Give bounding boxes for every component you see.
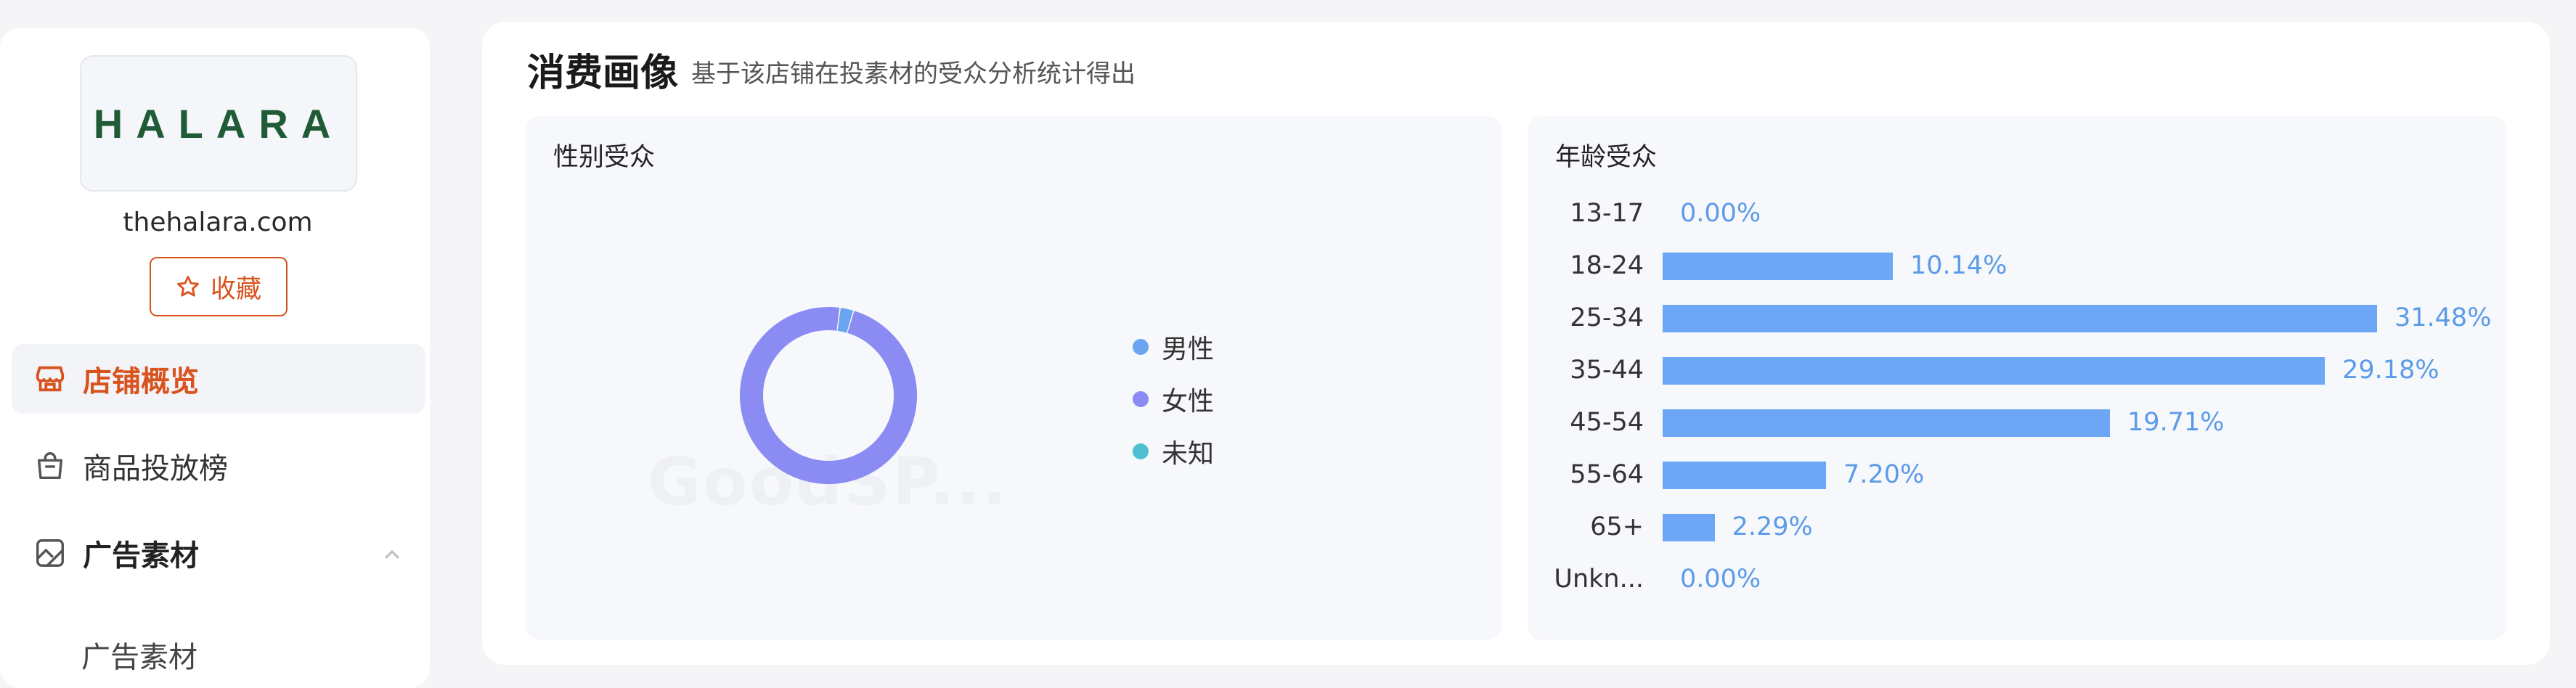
legend-item-unknown[interactable]: 未知 xyxy=(1133,433,1214,470)
section-title: 消费画像 xyxy=(527,52,679,95)
age-row: 55-64 7.20% xyxy=(1528,457,2493,492)
favorite-button-label: 收藏 xyxy=(210,274,261,304)
store-icon xyxy=(36,366,65,392)
age-row: 25-34 31.48% xyxy=(1528,300,2493,335)
age-bar[interactable] xyxy=(1663,357,2326,385)
section-subtitle: 基于该店铺在投素材的受众分析统计得出 xyxy=(691,60,1136,89)
gender-donut-chart xyxy=(740,307,917,484)
age-value-label: 2.29% xyxy=(1732,512,1813,541)
age-row: 65+ 2.29% xyxy=(1528,509,2493,544)
legend-item-male[interactable]: 男性 xyxy=(1133,328,1214,366)
legend-label: 未知 xyxy=(1162,439,1215,469)
favorite-button[interactable]: 收藏 xyxy=(150,257,288,316)
legend-dot-female xyxy=(1133,391,1149,407)
age-category-label: 65+ xyxy=(1590,512,1644,541)
nav-item-product-ranking[interactable]: 商品投放榜 xyxy=(12,431,425,501)
age-bar[interactable] xyxy=(1663,305,2377,332)
age-value-label: 29.18% xyxy=(2342,356,2440,385)
age-value-label: 19.71% xyxy=(2127,408,2225,437)
gender-panel-title: 性别受众 xyxy=(553,143,656,172)
donut-slice-0[interactable] xyxy=(837,308,854,333)
legend-label: 女性 xyxy=(1162,387,1215,417)
consumer-profile-card: 消费画像 基于该店铺在投素材的受众分析统计得出 性别受众 GoodSP... 男… xyxy=(482,22,2550,665)
age-category-label: 35-44 xyxy=(1570,356,1644,385)
shop-logo-text: HALARA xyxy=(93,100,344,147)
legend-item-female[interactable]: 女性 xyxy=(1133,380,1214,418)
age-row: 18-24 10.14% xyxy=(1528,248,2493,283)
nav-item-ad-creatives[interactable]: 广告素材 xyxy=(12,518,425,588)
shopping-bag-icon xyxy=(37,452,63,480)
chevron-up-icon[interactable] xyxy=(380,543,404,566)
age-panel-title: 年龄受众 xyxy=(1555,143,1658,172)
age-panel: 年龄受众 13-17 0.00% 18-24 10.14% 25-34 31.48% 35-… xyxy=(1528,116,2506,640)
age-value-label: 0.00% xyxy=(1680,199,1761,228)
age-category-label: 45-54 xyxy=(1570,408,1644,437)
gender-panel: 性别受众 GoodSP... 男性 女性 未知 xyxy=(526,116,1501,640)
age-category-label: 55-64 xyxy=(1570,460,1644,489)
legend-dot-male xyxy=(1133,339,1149,355)
shop-logo: HALARA xyxy=(80,55,357,192)
age-category-label: 25-34 xyxy=(1570,303,1644,332)
age-bar[interactable] xyxy=(1663,462,1827,489)
nav-item-label: 商品投放榜 xyxy=(83,452,228,486)
age-value-label: 0.00% xyxy=(1680,565,1761,594)
legend-dot-unknown xyxy=(1133,443,1149,459)
nav-item-store-overview[interactable]: 店铺概览 xyxy=(12,344,425,414)
age-value-label: 10.14% xyxy=(1909,251,2008,280)
shop-domain: thehalara.com xyxy=(123,208,313,237)
age-bar[interactable] xyxy=(1663,514,1715,541)
age-row: 13-17 0.00% xyxy=(1528,196,2493,231)
age-category-label: 18-24 xyxy=(1570,251,1644,280)
age-category-label: Unkn... xyxy=(1554,565,1644,594)
age-value-label: 31.48% xyxy=(2394,303,2492,332)
age-row: 35-44 29.18% xyxy=(1528,353,2493,388)
image-icon xyxy=(36,539,64,567)
age-row: 45-54 19.71% xyxy=(1528,405,2493,440)
age-category-label: 13-17 xyxy=(1570,199,1644,228)
donut-slice-1[interactable] xyxy=(740,307,917,484)
age-row: Unkn... 0.00% xyxy=(1528,562,2493,597)
nav-item-label: 广告素材 xyxy=(83,539,199,573)
age-value-label: 7.20% xyxy=(1843,460,1925,489)
star-icon xyxy=(177,276,199,297)
age-bar[interactable] xyxy=(1663,409,2111,437)
nav-item-label: 店铺概览 xyxy=(83,365,199,398)
age-bar[interactable] xyxy=(1663,253,1893,280)
nav-subitem-ad-creatives[interactable]: 广告素材 xyxy=(81,634,197,676)
sidebar: HALARA thehalara.com 收藏 店铺概览 商品投放榜 广告素材 xyxy=(0,28,430,688)
legend-label: 男性 xyxy=(1162,335,1215,364)
